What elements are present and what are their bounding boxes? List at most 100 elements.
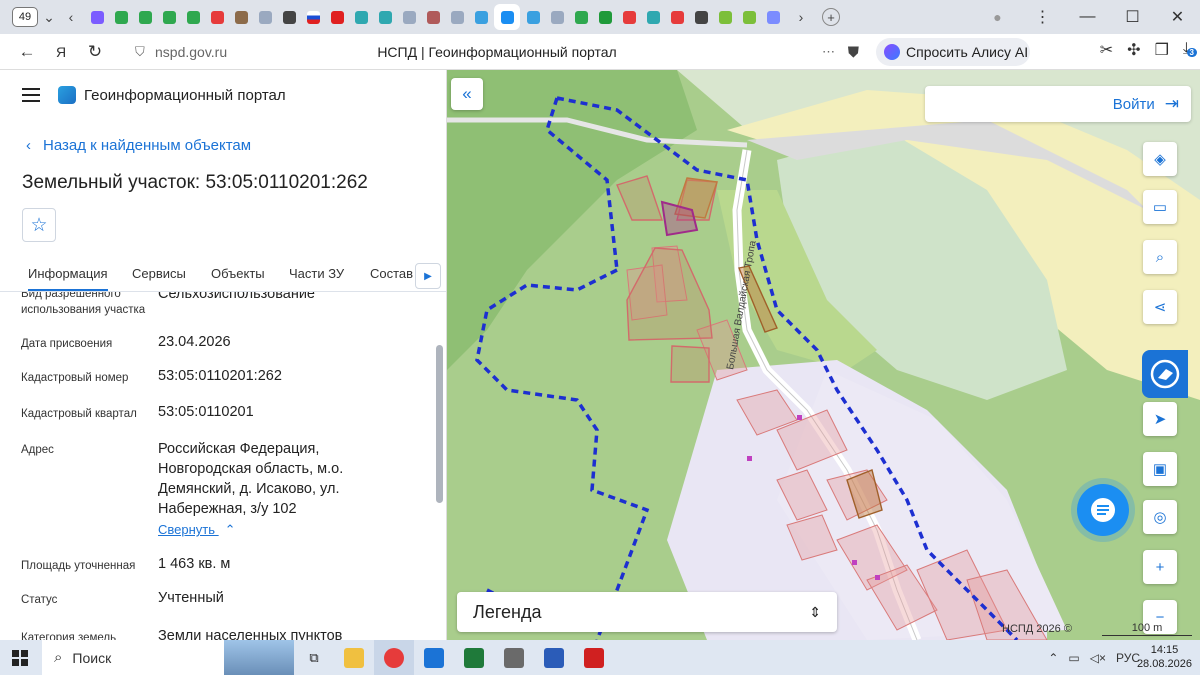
legend-dropdown[interactable]: Легенда ⇕	[457, 592, 837, 632]
windows-icon	[12, 649, 28, 666]
browser-tab[interactable]	[642, 6, 664, 28]
browser-tab[interactable]	[230, 6, 252, 28]
browser-tab[interactable]	[110, 6, 132, 28]
tab-composition[interactable]: Состав	[370, 266, 413, 281]
explorer-taskbar-icon[interactable]	[334, 640, 374, 675]
maximize-button[interactable]: ☐	[1110, 7, 1155, 27]
more-icon[interactable]: ⋮	[1020, 7, 1065, 27]
browser-tab[interactable]	[254, 6, 276, 28]
geolocation-icon[interactable]: ➤	[1143, 402, 1177, 436]
tab-parts[interactable]: Части ЗУ	[289, 266, 344, 281]
tab-objects[interactable]: Объекты	[211, 266, 265, 281]
browser-tab[interactable]	[86, 6, 108, 28]
cadastre-mode-button[interactable]	[1142, 350, 1188, 398]
downloads-icon[interactable]: ⤓ 3	[1183, 40, 1197, 60]
chat-icon	[1091, 498, 1115, 522]
tab-services[interactable]: Сервисы	[132, 266, 186, 281]
browser-tab[interactable]	[398, 6, 420, 28]
chat-button[interactable]	[1077, 484, 1129, 536]
tab-information[interactable]: Информация	[28, 266, 108, 291]
minimize-button[interactable]: —	[1065, 8, 1110, 26]
yandex-icon[interactable]: Я	[44, 44, 78, 60]
map-view[interactable]: Большая Валдайская Тропа « Войти ⇥ ◈ ▭ ⌕…	[447, 70, 1200, 640]
outlook-taskbar-icon[interactable]	[414, 640, 454, 675]
browser-tab[interactable]	[158, 6, 180, 28]
extension-k-icon[interactable]: ✂	[1100, 40, 1113, 60]
scroll-tabs-left-icon[interactable]: ‹	[60, 6, 82, 28]
collapse-panel-button[interactable]: «	[451, 78, 483, 110]
bookmark-icon[interactable]: ⛊	[848, 44, 859, 61]
browser-tab[interactable]	[522, 6, 544, 28]
alice-icon	[884, 44, 900, 60]
browser-tab[interactable]	[278, 6, 300, 28]
share-icon[interactable]: ⋖	[1143, 290, 1177, 324]
taskbar-search[interactable]: ⌕ Поиск	[42, 640, 294, 675]
browser-tab[interactable]	[206, 6, 228, 28]
site-info-icon[interactable]: ⛉	[135, 44, 145, 60]
clock[interactable]: 14:15 28.08.2026	[1137, 643, 1192, 671]
tabs-next-icon[interactable]: ▶	[415, 263, 441, 289]
browser-tab[interactable]	[594, 6, 616, 28]
task-view-icon[interactable]: ⧉	[294, 640, 334, 675]
chevron-up-icon[interactable]: ⌃	[1048, 651, 1058, 665]
close-button[interactable]: ✕	[1155, 7, 1200, 27]
collections-icon[interactable]: ❒	[1155, 40, 1169, 60]
browser-tab[interactable]	[738, 6, 760, 28]
ruler-icon[interactable]: ▭	[1143, 190, 1177, 224]
map-canvas: Большая Валдайская Тропа	[447, 70, 1200, 640]
start-button[interactable]	[0, 640, 40, 675]
reload-icon[interactable]: ↻	[78, 42, 112, 62]
browser-tab[interactable]	[374, 6, 396, 28]
field-label: Статус	[21, 594, 58, 606]
favorite-star-icon[interactable]: ☆	[22, 208, 56, 242]
yandex-browser-taskbar-icon[interactable]	[374, 640, 414, 675]
app-taskbar-icon[interactable]	[494, 640, 534, 675]
url-field[interactable]: ⛉ nspd.gov.ru НСПД | Геоинформационный п…	[127, 40, 867, 64]
network-icon[interactable]: ▭	[1068, 651, 1079, 665]
browser-tab[interactable]	[470, 6, 492, 28]
browser-tab[interactable]	[446, 6, 468, 28]
login-button[interactable]: Войти ⇥	[925, 86, 1191, 122]
volume-muted-icon[interactable]: ◁×	[1090, 651, 1106, 665]
browser-tab[interactable]	[422, 6, 444, 28]
excel-taskbar-icon[interactable]	[454, 640, 494, 675]
browser-tab[interactable]	[134, 6, 156, 28]
browser-tab[interactable]	[618, 6, 640, 28]
zoom-in-button[interactable]: +	[1143, 550, 1177, 584]
minimap-icon[interactable]: ▣	[1143, 452, 1177, 486]
browser-tab[interactable]	[762, 6, 784, 28]
browser-tab[interactable]	[570, 6, 592, 28]
browser-tab[interactable]	[326, 6, 348, 28]
browser-tab[interactable]	[182, 6, 204, 28]
browser-tab[interactable]	[666, 6, 688, 28]
browser-tab[interactable]	[690, 6, 712, 28]
browser-tab-active[interactable]	[494, 4, 520, 30]
cadastre-icon	[1150, 359, 1180, 389]
browser-tab[interactable]	[714, 6, 736, 28]
menu-dots-icon[interactable]: ⋯	[822, 44, 835, 60]
scrollbar-thumb[interactable]	[436, 345, 443, 503]
area-search-icon[interactable]: ⌕	[1143, 240, 1177, 274]
menu-icon[interactable]	[22, 88, 40, 102]
login-label: Войти	[1112, 95, 1155, 113]
chevron-down-icon[interactable]: ⌄	[38, 6, 60, 28]
locate-area-icon[interactable]: ◎	[1143, 500, 1177, 534]
back-to-results-link[interactable]: ‹ Назад к найденным объектам	[26, 137, 251, 154]
word-taskbar-icon[interactable]	[534, 640, 574, 675]
new-tab-button[interactable]: +	[822, 8, 840, 26]
browser-tab[interactable]	[302, 6, 324, 28]
tab-count-button[interactable]: 49	[12, 7, 38, 27]
back-arrow-icon[interactable]: ←	[10, 42, 44, 62]
field-label: Адрес	[21, 444, 54, 456]
browser-tab[interactable]	[546, 6, 568, 28]
scroll-tabs-right-icon[interactable]: ›	[790, 6, 812, 28]
layers-icon[interactable]: ◈	[1143, 142, 1177, 176]
profile-icon[interactable]: ●	[975, 9, 1020, 25]
browser-tools: ✂ ✣ ❒ ⤓ 3	[1100, 40, 1197, 60]
collapse-address-link[interactable]: Свернуть ⌃	[158, 522, 236, 538]
extensions-icon[interactable]: ✣	[1127, 40, 1140, 60]
alice-button[interactable]: Спросить Алису AI	[876, 38, 1030, 66]
clock-date: 28.08.2026	[1136, 658, 1192, 670]
browser-tab[interactable]	[350, 6, 372, 28]
acrobat-taskbar-icon[interactable]	[574, 640, 614, 675]
